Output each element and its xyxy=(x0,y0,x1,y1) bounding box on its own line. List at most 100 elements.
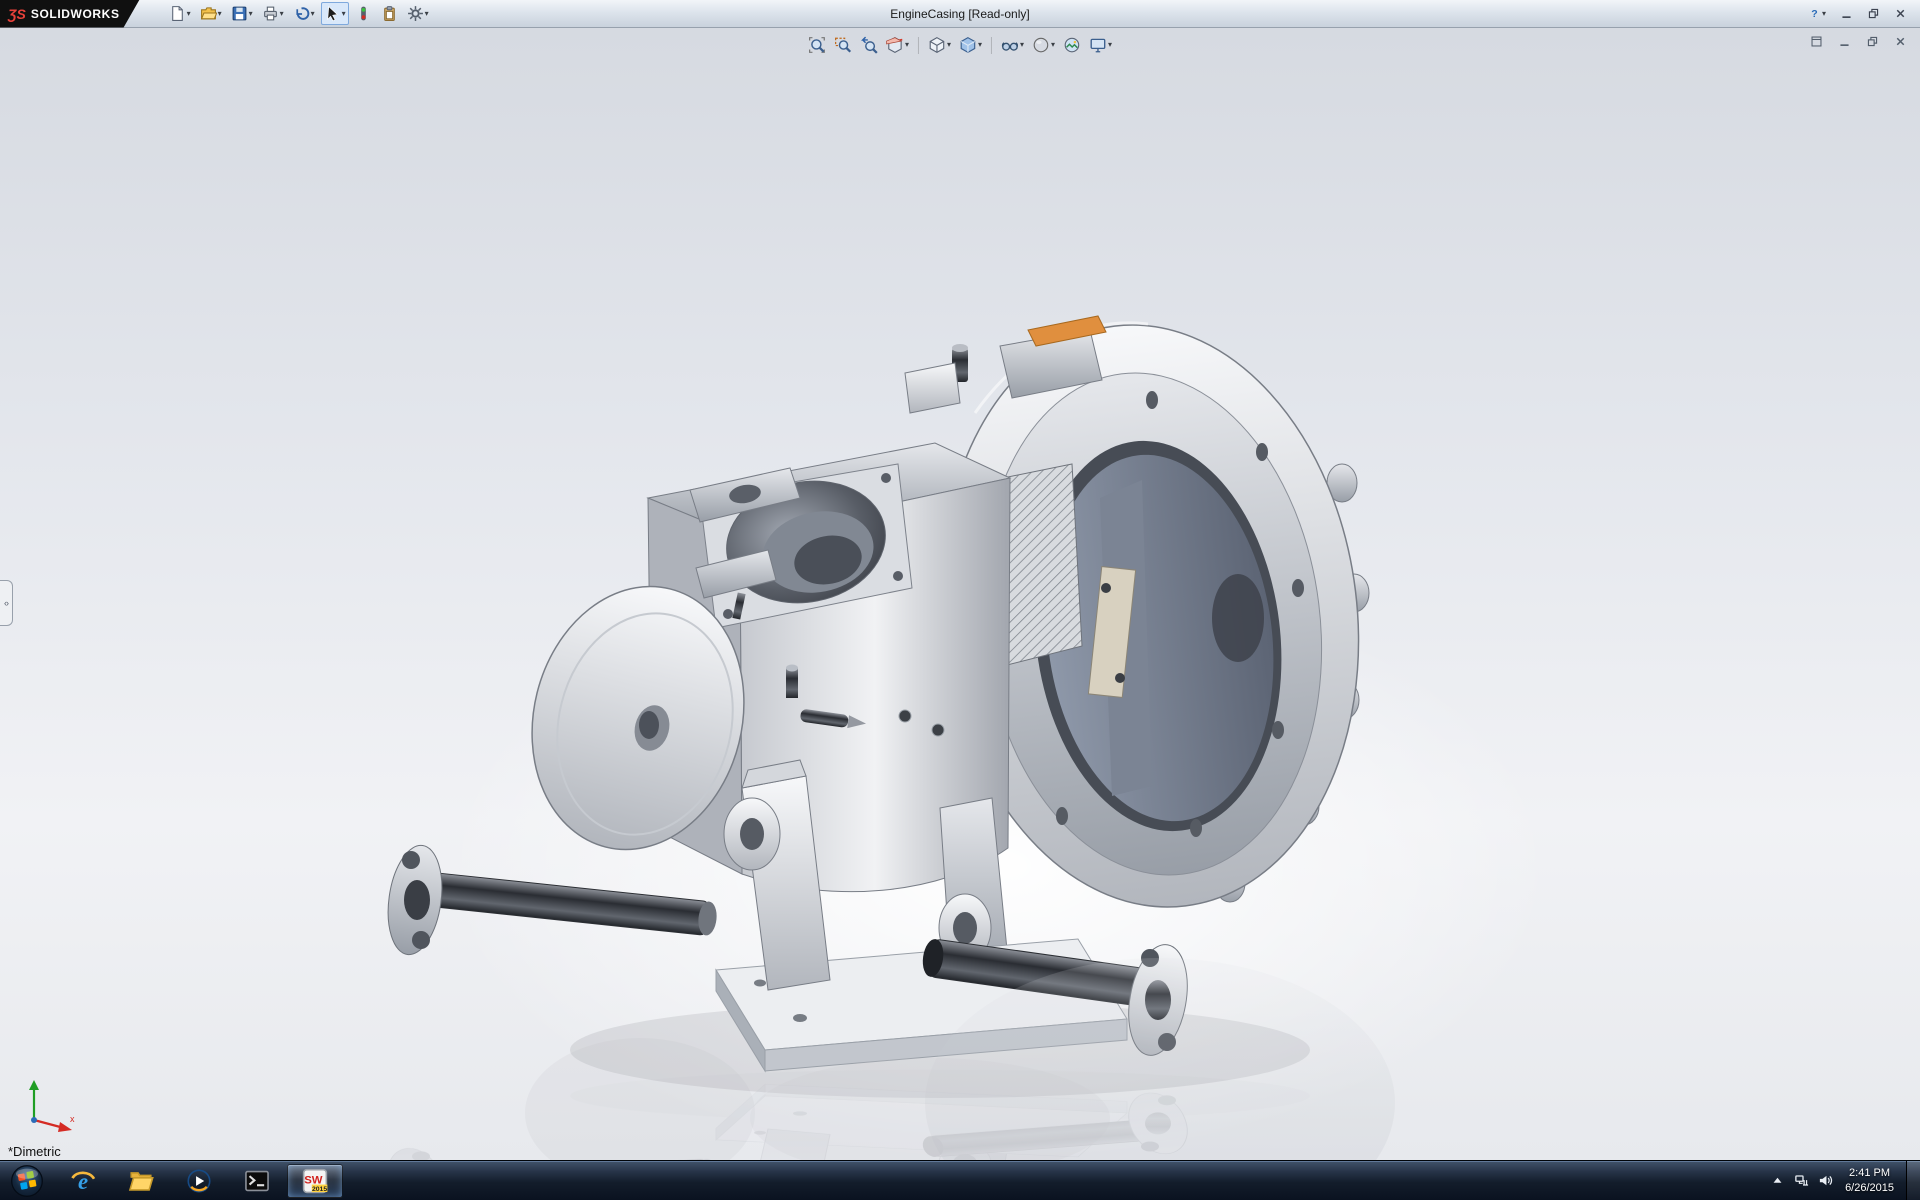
zoom-to-fit-button[interactable] xyxy=(805,33,829,57)
command-prompt-icon xyxy=(244,1168,270,1194)
toolbar-separator xyxy=(918,37,919,54)
solidworks-logo: ƷS SOLIDWORKS xyxy=(0,0,140,28)
zoom-to-area-button[interactable] xyxy=(831,33,855,57)
internet-explorer-button[interactable] xyxy=(55,1164,111,1198)
reference-triad: x xyxy=(14,1078,78,1138)
hidden-icons-button[interactable] xyxy=(1765,1166,1789,1196)
triad-x-axis: x xyxy=(34,1114,75,1132)
solidworks-2015-button[interactable] xyxy=(287,1164,343,1198)
previous-view-icon xyxy=(860,36,878,54)
full-screen-button[interactable] xyxy=(1807,32,1826,51)
section-view-button[interactable]: ▾ xyxy=(883,33,912,57)
dropdown-caret[interactable]: ▾ xyxy=(187,10,191,18)
edit-appearance-icon xyxy=(1032,36,1050,54)
minimize-button[interactable] xyxy=(1835,32,1854,51)
dropdown-caret[interactable]: ▾ xyxy=(425,10,429,18)
view-orientation-button[interactable]: ▾ xyxy=(925,33,954,57)
new-document-button[interactable]: ▾ xyxy=(166,2,194,25)
dropdown-caret[interactable]: ▾ xyxy=(1822,10,1826,18)
undo-button[interactable]: ▾ xyxy=(290,2,318,25)
clipboard-button[interactable] xyxy=(378,2,401,25)
file-explorer-icon xyxy=(128,1168,154,1194)
volume-button[interactable] xyxy=(1813,1166,1837,1196)
rebuild-icon xyxy=(355,5,372,22)
new-document-icon xyxy=(169,5,186,22)
triad-y-axis xyxy=(29,1080,39,1120)
save-button[interactable]: ▾ xyxy=(228,2,256,25)
standard-toolbar: ▾ ▾ ▾ ▾ ▾ ▾ ▾ xyxy=(166,2,432,25)
dropdown-caret[interactable]: ▾ xyxy=(905,41,909,49)
previous-view-button[interactable] xyxy=(857,33,881,57)
dropdown-caret[interactable]: ▾ xyxy=(947,41,951,49)
media-player-button[interactable] xyxy=(171,1164,227,1198)
system-tray: 2:41 PM 6/26/2015 xyxy=(1765,1161,1920,1200)
dropdown-caret[interactable]: ▾ xyxy=(280,10,284,18)
close-button[interactable] xyxy=(1891,4,1910,23)
dropdown-caret[interactable]: ▾ xyxy=(978,41,982,49)
view-orientation-icon xyxy=(928,36,946,54)
front-shaft[interactable] xyxy=(382,842,719,958)
graphics-area[interactable]: ▾ ▾ ▾ ▾ ▾ ▾ ‹› xyxy=(0,28,1920,1160)
solidworks-window: EngineCasing [Read-only] ƷS SOLIDWORKS ▾… xyxy=(0,0,1920,1200)
restore-down-icon xyxy=(1866,35,1879,48)
open-icon xyxy=(200,5,217,22)
select-cursor-button[interactable]: ▾ xyxy=(321,2,349,25)
heads-up-view-toolbar: ▾ ▾ ▾ ▾ ▾ ▾ xyxy=(805,33,1115,57)
triad-z-axis xyxy=(31,1117,37,1123)
command-prompt-button[interactable] xyxy=(229,1164,285,1198)
start-button[interactable] xyxy=(0,1161,54,1200)
windows-taskbar: 2:41 PM 6/26/2015 xyxy=(0,1160,1920,1200)
select-cursor-icon xyxy=(324,5,341,22)
dropdown-caret[interactable]: ▾ xyxy=(249,10,253,18)
clock-time: 2:41 PM xyxy=(1845,1166,1894,1180)
taskbar-pinned-apps xyxy=(54,1161,344,1200)
view-settings-icon xyxy=(1089,36,1107,54)
network-button[interactable] xyxy=(1789,1166,1813,1196)
dropdown-caret[interactable]: ▾ xyxy=(342,10,346,18)
internet-explorer-icon xyxy=(70,1168,96,1194)
help-button[interactable]: ▾ xyxy=(1805,4,1829,23)
display-style-button[interactable]: ▾ xyxy=(956,33,985,57)
minimize-button[interactable] xyxy=(1837,4,1856,23)
full-screen-icon xyxy=(1810,35,1823,48)
taskbar-clock[interactable]: 2:41 PM 6/26/2015 xyxy=(1839,1166,1904,1195)
file-explorer-button[interactable] xyxy=(113,1164,169,1198)
print-button[interactable]: ▾ xyxy=(259,2,287,25)
svg-text:x: x xyxy=(70,1114,75,1124)
dropdown-caret[interactable]: ▾ xyxy=(1108,41,1112,49)
restore-button[interactable] xyxy=(1864,4,1883,23)
media-player-icon xyxy=(186,1168,212,1194)
title-bar: EngineCasing [Read-only] ƷS SOLIDWORKS ▾… xyxy=(0,0,1920,28)
zoom-to-fit-icon xyxy=(808,36,826,54)
volume-icon xyxy=(1818,1173,1833,1188)
close-icon xyxy=(1894,35,1907,48)
dropdown-caret[interactable]: ▾ xyxy=(1020,41,1024,49)
view-orientation-label: *Dimetric xyxy=(8,1144,61,1159)
close-button[interactable] xyxy=(1891,32,1910,51)
hide-show-items-button[interactable]: ▾ xyxy=(998,33,1027,57)
dropdown-caret[interactable]: ▾ xyxy=(218,10,222,18)
windows-start-orb-icon xyxy=(10,1164,44,1198)
task-pane-flyout-handle[interactable]: ‹› xyxy=(0,580,13,626)
rebuild-button[interactable] xyxy=(352,2,375,25)
restore-icon xyxy=(1867,7,1880,20)
toolbar-separator xyxy=(991,37,992,54)
edit-appearance-button[interactable]: ▾ xyxy=(1029,33,1058,57)
document-window-controls xyxy=(1807,32,1910,51)
section-view-icon xyxy=(886,36,904,54)
hidden-icons-icon xyxy=(1770,1173,1785,1188)
engine-casing-model[interactable] xyxy=(0,28,1920,1160)
view-settings-button[interactable]: ▾ xyxy=(1086,33,1115,57)
app-window-controls: ▾ xyxy=(1805,4,1920,23)
options-button[interactable]: ▾ xyxy=(404,2,432,25)
show-desktop-button[interactable] xyxy=(1906,1161,1920,1200)
minimize-icon xyxy=(1840,7,1853,20)
save-icon xyxy=(231,5,248,22)
dropdown-caret[interactable]: ▾ xyxy=(1051,41,1055,49)
restore-down-button[interactable] xyxy=(1863,32,1882,51)
help-icon xyxy=(1808,7,1821,20)
apply-scene-button[interactable] xyxy=(1060,33,1084,57)
dropdown-caret[interactable]: ▾ xyxy=(311,10,315,18)
open-button[interactable]: ▾ xyxy=(197,2,225,25)
network-icon xyxy=(1794,1173,1809,1188)
